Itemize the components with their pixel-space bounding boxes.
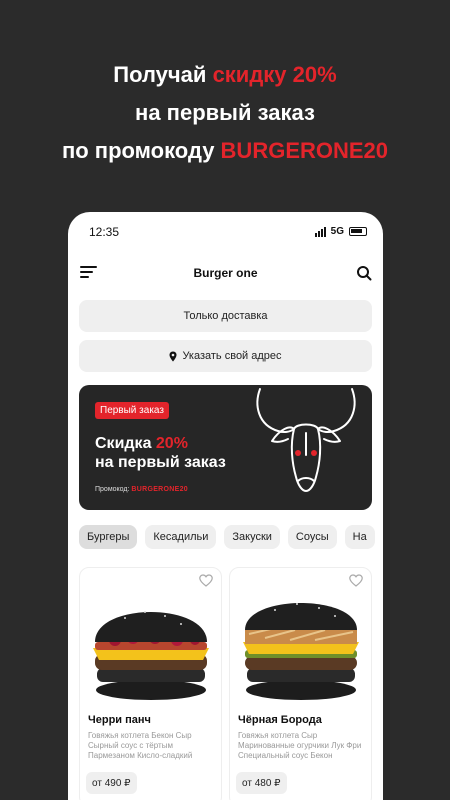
banner-tag: Первый заказ bbox=[95, 402, 169, 419]
category-tab[interactable]: Закуски bbox=[224, 525, 280, 549]
signal-icon bbox=[314, 226, 326, 237]
promo-banner[interactable]: Первый заказ Скидка 20% на первый заказ … bbox=[79, 385, 372, 510]
status-time: 12:35 bbox=[89, 225, 120, 239]
product-name: Чёрная Борода bbox=[238, 714, 322, 726]
banner-promo-code: Промокод: BURGERONE20 bbox=[95, 486, 188, 493]
category-tab[interactable]: Кесадильи bbox=[145, 525, 217, 549]
promo-code: BURGERONE20 bbox=[220, 138, 389, 163]
product-list: Черри панч Говяжья котлета Бекон Сыр Сыр… bbox=[79, 567, 383, 800]
promo-headline: Получай скидку 20% на первый заказ по пр… bbox=[0, 56, 450, 170]
product-name: Черри панч bbox=[88, 714, 151, 726]
promo-line-1: Получай скидку 20% bbox=[0, 56, 450, 94]
product-price-button[interactable]: от 490 ₽ bbox=[86, 772, 137, 794]
bull-icon bbox=[256, 388, 356, 492]
address-label: Указать свой адрес bbox=[182, 350, 282, 362]
banner-code-label: Промокод: bbox=[95, 486, 130, 493]
app-title: Burger one bbox=[193, 266, 258, 280]
app-header: Burger one bbox=[68, 262, 383, 284]
product-description: Говяжья котлета Бекон Сыр Сырный соус с … bbox=[88, 731, 193, 760]
promo-line-1-text: Получай bbox=[113, 62, 213, 87]
network-label: 5G bbox=[330, 226, 344, 237]
category-tab[interactable]: На bbox=[344, 525, 375, 549]
delivery-only-button[interactable]: Только доставка bbox=[79, 300, 372, 332]
status-indicators: 5G bbox=[314, 226, 367, 237]
promo-line-3-text: по промокоду bbox=[61, 138, 221, 163]
category-tab[interactable]: Соусы bbox=[287, 525, 337, 549]
product-price-button[interactable]: от 480 ₽ bbox=[236, 772, 287, 794]
category-tab[interactable]: Бургеры bbox=[79, 525, 138, 549]
status-bar: 12:35 5G bbox=[68, 224, 383, 242]
location-pin-icon bbox=[169, 351, 177, 361]
product-description: Говяжья котлета Сыр Маринованные огурчик… bbox=[238, 731, 362, 760]
search-icon[interactable] bbox=[356, 265, 372, 281]
category-tabs: Бургеры Кесадильи Закуски Соусы На bbox=[79, 525, 383, 549]
promo-line-3: по промокоду BURGERONE20 bbox=[0, 132, 450, 170]
promo-discount: скидку 20% bbox=[212, 62, 337, 87]
banner-title-text: Скидка bbox=[95, 435, 156, 452]
address-button[interactable]: Указать свой адрес bbox=[79, 340, 372, 372]
product-card[interactable]: Черри панч Говяжья котлета Бекон Сыр Сыр… bbox=[79, 567, 222, 800]
promo-line-2: на первый заказ bbox=[135, 100, 315, 125]
banner-code-value: BURGERONE20 bbox=[131, 486, 188, 493]
banner-title-line2: на первый заказ bbox=[95, 454, 226, 471]
burger-image bbox=[93, 611, 209, 700]
burger-image bbox=[243, 603, 359, 700]
banner-discount: 20% bbox=[155, 435, 188, 452]
product-card[interactable]: Чёрная Борода Говяжья котлета Сыр Марино… bbox=[229, 567, 372, 800]
delivery-only-label: Только доставка bbox=[183, 310, 268, 322]
battery-icon bbox=[349, 227, 367, 236]
phone-screen: 12:35 5G Burger one Только доставка Указ… bbox=[68, 212, 383, 800]
banner-title: Скидка 20% на первый заказ bbox=[95, 434, 226, 472]
